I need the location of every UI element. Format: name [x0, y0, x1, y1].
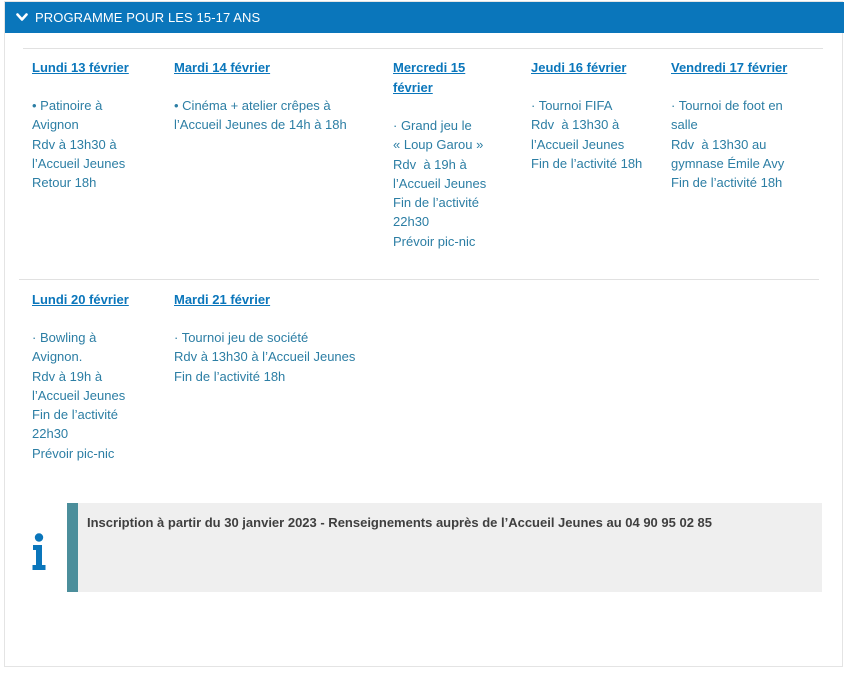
day-link-mardi-14[interactable]: Mardi 14 février: [174, 58, 379, 78]
activity-line: Fin de l’activité: [32, 407, 118, 423]
day-column: Lundi 13 février • Patinoire à Avignon R…: [32, 58, 162, 192]
day-activities: · Grand jeu le « Loup Garou » Rdv à 19h …: [393, 116, 518, 251]
day-link-lundi-20[interactable]: Lundi 20 février: [32, 290, 162, 310]
activity-line: Prévoir pic-nic: [393, 233, 476, 249]
divider-middle: [19, 279, 819, 280]
activity-line: salle: [671, 117, 698, 133]
day-link-lundi-13[interactable]: Lundi 13 février: [32, 58, 162, 78]
day-link-jeudi-16[interactable]: Jeudi 16 février: [531, 58, 661, 78]
day-activities: · Bowling à Avignon. Rdv à 19h à l’Accue…: [32, 328, 162, 463]
activity-line: gymnase Émile Avy: [671, 155, 785, 171]
activity-line: · Grand jeu le: [393, 118, 472, 133]
day-activities: • Cinéma + atelier crêpes à l’Accueil Je…: [174, 96, 379, 135]
day-activities: · Tournoi FIFA Rdv à 13h30 à l’Accueil J…: [531, 96, 661, 173]
activity-line: Rdv à 19h à: [393, 156, 467, 172]
activity-line: • Patinoire à: [32, 98, 103, 113]
activity-line: Fin de l’activité 18h: [174, 368, 286, 384]
program-accordion-header[interactable]: PROGRAMME POUR LES 15-17 ANS: [5, 2, 844, 33]
activity-line: • Cinéma + atelier crêpes à: [174, 98, 331, 113]
day-column: Lundi 20 février · Bowling à Avignon. Rd…: [32, 290, 162, 463]
activity-line: Fin de l’activité 18h: [671, 175, 783, 191]
activity-line: · Tournoi jeu de société: [174, 330, 309, 345]
activity-line: Rdv à 13h30 au: [671, 136, 767, 152]
activity-line: · Tournoi FIFA: [531, 98, 613, 113]
activity-line: Avignon.: [32, 349, 83, 365]
activity-line: l’Accueil Jeunes: [32, 155, 126, 171]
activity-line: 22h30: [32, 426, 69, 442]
activity-line: l’Accueil Jeunes de 14h à 18h: [174, 117, 347, 133]
info-box: Inscription à partir du 30 janvier 2023 …: [67, 503, 822, 592]
day-link-mardi-21[interactable]: Mardi 21 février: [174, 290, 384, 310]
day-link-mercredi-15[interactable]: Mercredi 15 février: [393, 58, 518, 98]
activity-line: Rdv à 19h à: [32, 368, 103, 384]
day-column: Mercredi 15 février · Grand jeu le « Lou…: [393, 58, 518, 251]
activity-line: 22h30: [393, 214, 430, 230]
day-column: Mardi 21 février · Tournoi jeu de sociét…: [174, 290, 384, 386]
activity-line: « Loup Garou »: [393, 137, 484, 153]
day-column: Mardi 14 février • Cinéma + atelier crêp…: [174, 58, 379, 135]
divider-top: [23, 48, 823, 49]
activity-line: Rdv à 13h30 à: [531, 117, 620, 133]
info-icon: [30, 532, 50, 572]
activity-line: Avignon: [32, 117, 79, 133]
activity-line: Prévoir pic-nic: [32, 445, 115, 461]
activity-line: Fin de l’activité: [393, 195, 479, 211]
program-title: PROGRAMME POUR LES 15-17 ANS: [35, 10, 261, 25]
day-title-line: février: [393, 80, 433, 95]
info-text: Inscription à partir du 30 janvier 2023 …: [87, 515, 712, 530]
day-column: Vendredi 17 février · Tournoi de foot en…: [671, 58, 821, 192]
activity-line: l’Accueil Jeunes: [531, 136, 625, 152]
activity-line: · Tournoi de foot en: [671, 98, 783, 113]
activity-line: Rdv à 13h30 à: [32, 136, 117, 152]
day-title-line: Mercredi 15: [393, 60, 466, 75]
day-column: Jeudi 16 février · Tournoi FIFA Rdv à 13…: [531, 58, 661, 173]
activity-line: · Bowling à: [32, 330, 97, 345]
activity-line: Retour 18h: [32, 175, 97, 191]
activity-line: l’Accueil Jeunes: [32, 387, 126, 403]
day-activities: · Tournoi de foot en salle Rdv à 13h30 a…: [671, 96, 821, 192]
day-link-vendredi-17[interactable]: Vendredi 17 février: [671, 58, 821, 78]
chevron-down-icon: [15, 11, 29, 25]
activity-line: Fin de l’activité 18h: [531, 155, 643, 171]
day-activities: • Patinoire à Avignon Rdv à 13h30 à l’Ac…: [32, 96, 162, 192]
day-activities: · Tournoi jeu de société Rdv à 13h30 à l…: [174, 328, 384, 386]
activity-line: Rdv à 13h30 à l’Accueil Jeunes: [174, 349, 356, 365]
activity-line: l’Accueil Jeunes: [393, 175, 487, 191]
